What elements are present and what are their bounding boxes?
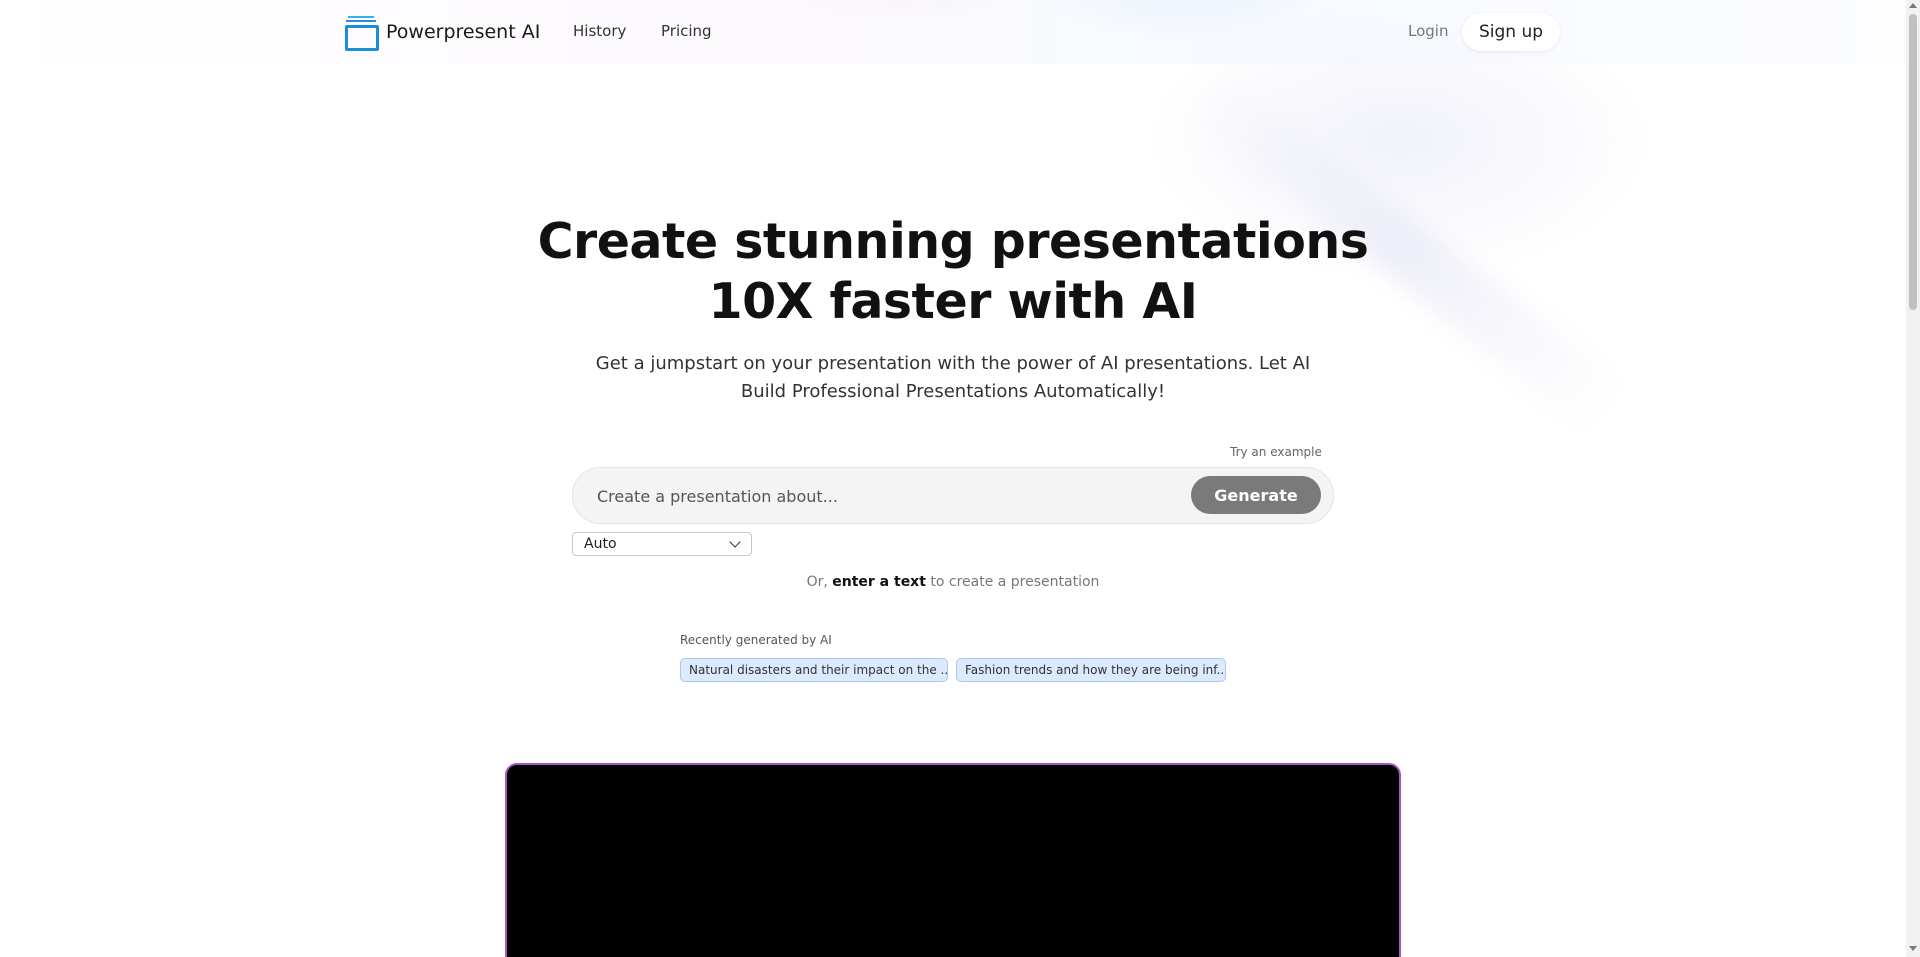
nav-pricing-link[interactable]: Pricing: [661, 22, 712, 40]
hero-subtitle: Get a jumpstart on your presentation wit…: [595, 353, 1311, 402]
signup-button[interactable]: Sign up: [1462, 13, 1560, 51]
scrollbar-thumb[interactable]: [1909, 14, 1917, 310]
demo-video-player[interactable]: [505, 763, 1401, 957]
brand-logo-link[interactable]: Powerpresent AI: [344, 14, 541, 51]
chevron-down-icon: [729, 536, 741, 548]
vertical-scrollbar[interactable]: [1906, 0, 1920, 957]
slides-logo-icon: [344, 14, 379, 51]
recent-topic-chip[interactable]: Fashion trends and how they are being in…: [956, 658, 1226, 682]
brand-name: Powerpresent AI: [386, 21, 541, 43]
mode-select-value: Auto: [584, 536, 617, 552]
page: Powerpresent AI History Pricing Login Si…: [0, 0, 1920, 957]
alt-suffix: to create a presentation: [930, 574, 1100, 590]
recently-generated-label: Recently generated by AI: [680, 633, 832, 647]
generate-button[interactable]: Generate: [1191, 476, 1321, 514]
mode-select[interactable]: Auto: [572, 532, 752, 556]
hero-title: Create stunning presentations 10X faster…: [0, 212, 1906, 332]
scroll-up-arrow-icon[interactable]: [1909, 3, 1917, 8]
top-navbar: Powerpresent AI History Pricing Login Si…: [0, 0, 1906, 64]
nav-history-link[interactable]: History: [573, 22, 626, 40]
prompt-bar: Generate: [572, 467, 1334, 525]
hero-title-line-1: Create stunning presentations: [537, 213, 1369, 270]
enter-text-link[interactable]: enter a text: [832, 574, 926, 590]
alternate-action-line: Or, enter a text to create a presentatio…: [0, 574, 1906, 590]
recent-topic-chip[interactable]: Natural disasters and their impact on th…: [680, 658, 948, 682]
hero-title-line-2: 10X faster with AI: [708, 273, 1198, 330]
presentation-topic-input[interactable]: [595, 468, 1199, 525]
alt-prefix: Or,: [806, 574, 828, 590]
scroll-down-arrow-icon[interactable]: [1909, 946, 1917, 951]
login-link[interactable]: Login: [1408, 22, 1448, 40]
try-example-link[interactable]: Try an example: [1230, 445, 1322, 459]
